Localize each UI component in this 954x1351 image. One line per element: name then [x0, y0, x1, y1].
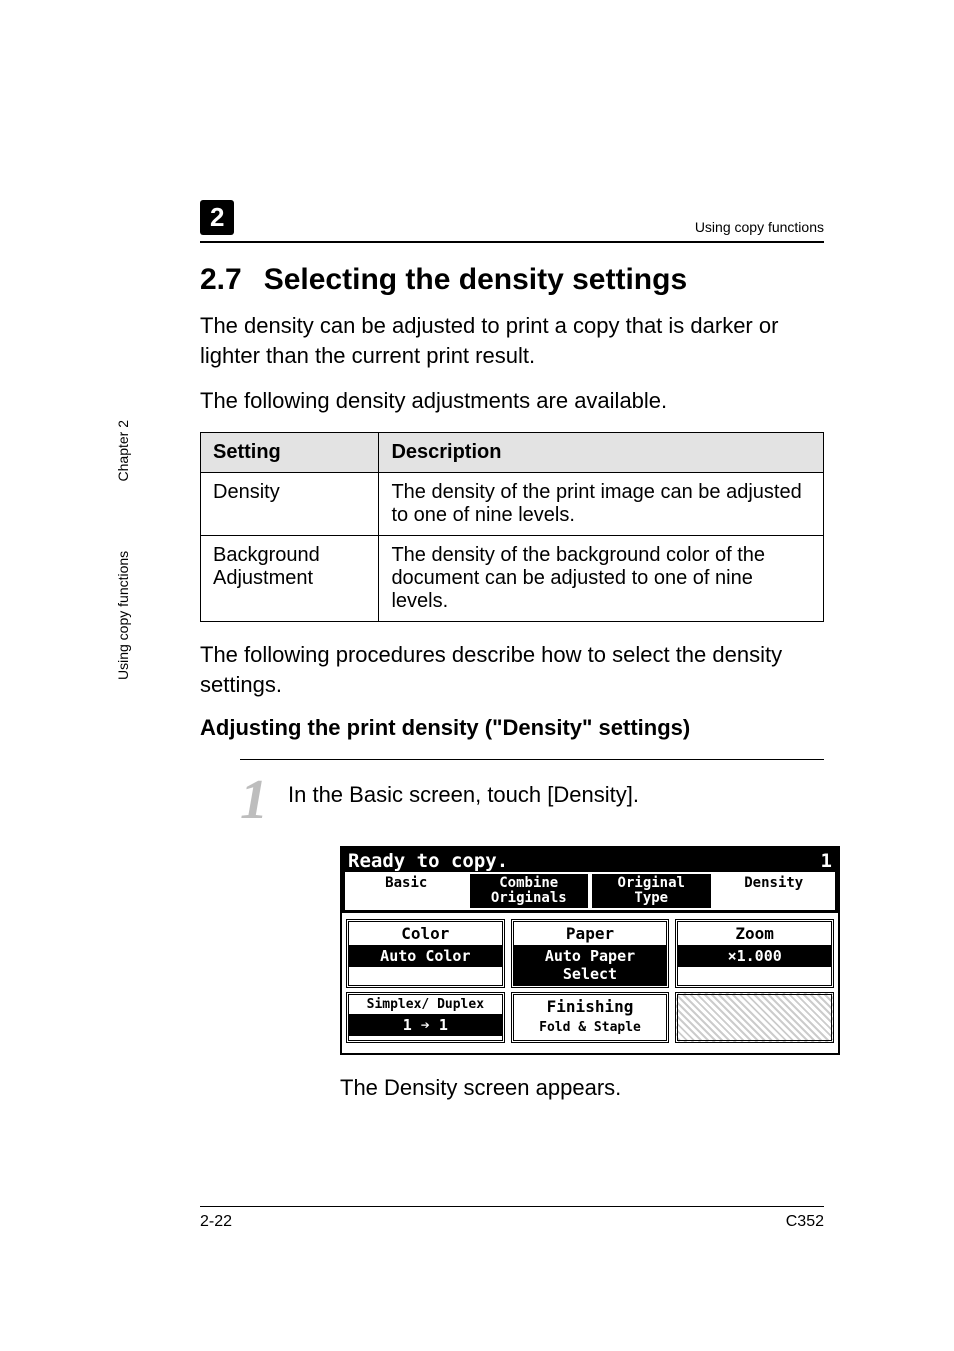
lcd-status-bar: Ready to copy. 1	[342, 848, 838, 872]
lcd-finishing-value: Fold & Staple	[514, 1018, 667, 1037]
header-rule	[200, 241, 824, 243]
tab-original-line1: Original	[592, 876, 711, 891]
step-row: 1 In the Basic screen, touch [Density].	[240, 772, 824, 828]
tab-combine-originals[interactable]: Combine Originals	[468, 872, 591, 909]
tab-basic[interactable]: Basic	[345, 872, 468, 909]
page-footer: 2-22 C352	[200, 1206, 824, 1231]
lcd-color-value: Auto Color	[349, 945, 502, 967]
lcd-cell-disabled	[675, 992, 834, 1043]
table-cell-description: The density of the background color of t…	[379, 536, 824, 622]
lcd-color-label: Color	[349, 922, 502, 945]
lcd-cell-color[interactable]: Color Auto Color	[346, 919, 505, 988]
table-cell-description: The density of the print image can be ad…	[379, 473, 824, 536]
tab-combine-line2: Originals	[470, 891, 589, 906]
chapter-number-badge: 2	[200, 200, 234, 235]
paragraph-intro-2: The following density adjustments are av…	[200, 386, 824, 416]
table-cell-setting: Background Adjustment	[201, 536, 379, 622]
side-tab-full: Using copy functions	[115, 551, 131, 680]
lcd-cell-paper[interactable]: Paper Auto Paper Select	[511, 919, 670, 988]
lcd-cell-finishing[interactable]: Finishing Fold & Staple	[511, 992, 670, 1043]
step-text: In the Basic screen, touch [Density].	[288, 782, 639, 808]
lcd-copy-count: 1	[821, 850, 832, 872]
tab-original-line2: Type	[592, 891, 711, 906]
table-header-setting: Setting	[201, 433, 379, 473]
lcd-zoom-label: Zoom	[678, 922, 831, 945]
lcd-cell-duplex[interactable]: Simplex/ Duplex 1 ➔ 1	[346, 992, 505, 1043]
footer-page-number: 2-22	[200, 1213, 232, 1231]
step-rule	[240, 759, 824, 760]
lcd-paper-label: Paper	[514, 922, 667, 945]
step-number: 1	[240, 772, 268, 828]
lcd-cell-zoom[interactable]: Zoom ×1.000	[675, 919, 834, 988]
tab-original-type[interactable]: Original Type	[590, 872, 713, 909]
side-tab: Using copy functions Chapter 2	[115, 420, 145, 680]
page: Using copy functions Chapter 2 2 Using c…	[0, 0, 954, 1351]
footer-model: C352	[786, 1213, 824, 1231]
table-header-row: Setting Description	[201, 433, 824, 473]
step-result: The Density screen appears.	[340, 1075, 824, 1101]
section-heading: 2.7 Selecting the density settings	[200, 263, 824, 297]
lcd-status-text: Ready to copy.	[348, 850, 508, 872]
lcd-paper-value: Auto Paper Select	[514, 945, 667, 985]
table-header-description: Description	[379, 433, 824, 473]
running-header: 2 Using copy functions	[200, 200, 824, 235]
tab-density[interactable]: Density	[713, 872, 836, 909]
table-cell-setting: Density	[201, 473, 379, 536]
subsection-heading: Adjusting the print density ("Density" s…	[200, 715, 824, 741]
tab-basic-label: Basic	[385, 875, 427, 891]
tab-density-label: Density	[744, 875, 803, 891]
paragraph-followup: The following procedures describe how to…	[200, 640, 824, 699]
lcd-body: Color Auto Color Paper Auto Paper Select…	[342, 913, 838, 1053]
paragraph-intro-1: The density can be adjusted to print a c…	[200, 311, 824, 370]
section-title: Selecting the density settings	[264, 263, 687, 297]
lcd-tabs: Basic Combine Originals Original Type De…	[342, 872, 838, 912]
table-row: Density The density of the print image c…	[201, 473, 824, 536]
tab-combine-line1: Combine	[470, 876, 589, 891]
section-number: 2.7	[200, 263, 242, 297]
lcd-duplex-label: Simplex/ Duplex	[349, 995, 502, 1014]
running-title: Using copy functions	[695, 219, 824, 235]
table-row: Background Adjustment The density of the…	[201, 536, 824, 622]
lcd-duplex-value: 1 ➔ 1	[349, 1014, 502, 1036]
lcd-finishing-label: Finishing	[514, 995, 667, 1018]
copier-screen: Ready to copy. 1 Basic Combine Originals…	[340, 846, 840, 1054]
settings-table: Setting Description Density The density …	[200, 432, 824, 622]
side-tab-chapter: Chapter 2	[115, 420, 131, 481]
lcd-zoom-value: ×1.000	[678, 945, 831, 967]
